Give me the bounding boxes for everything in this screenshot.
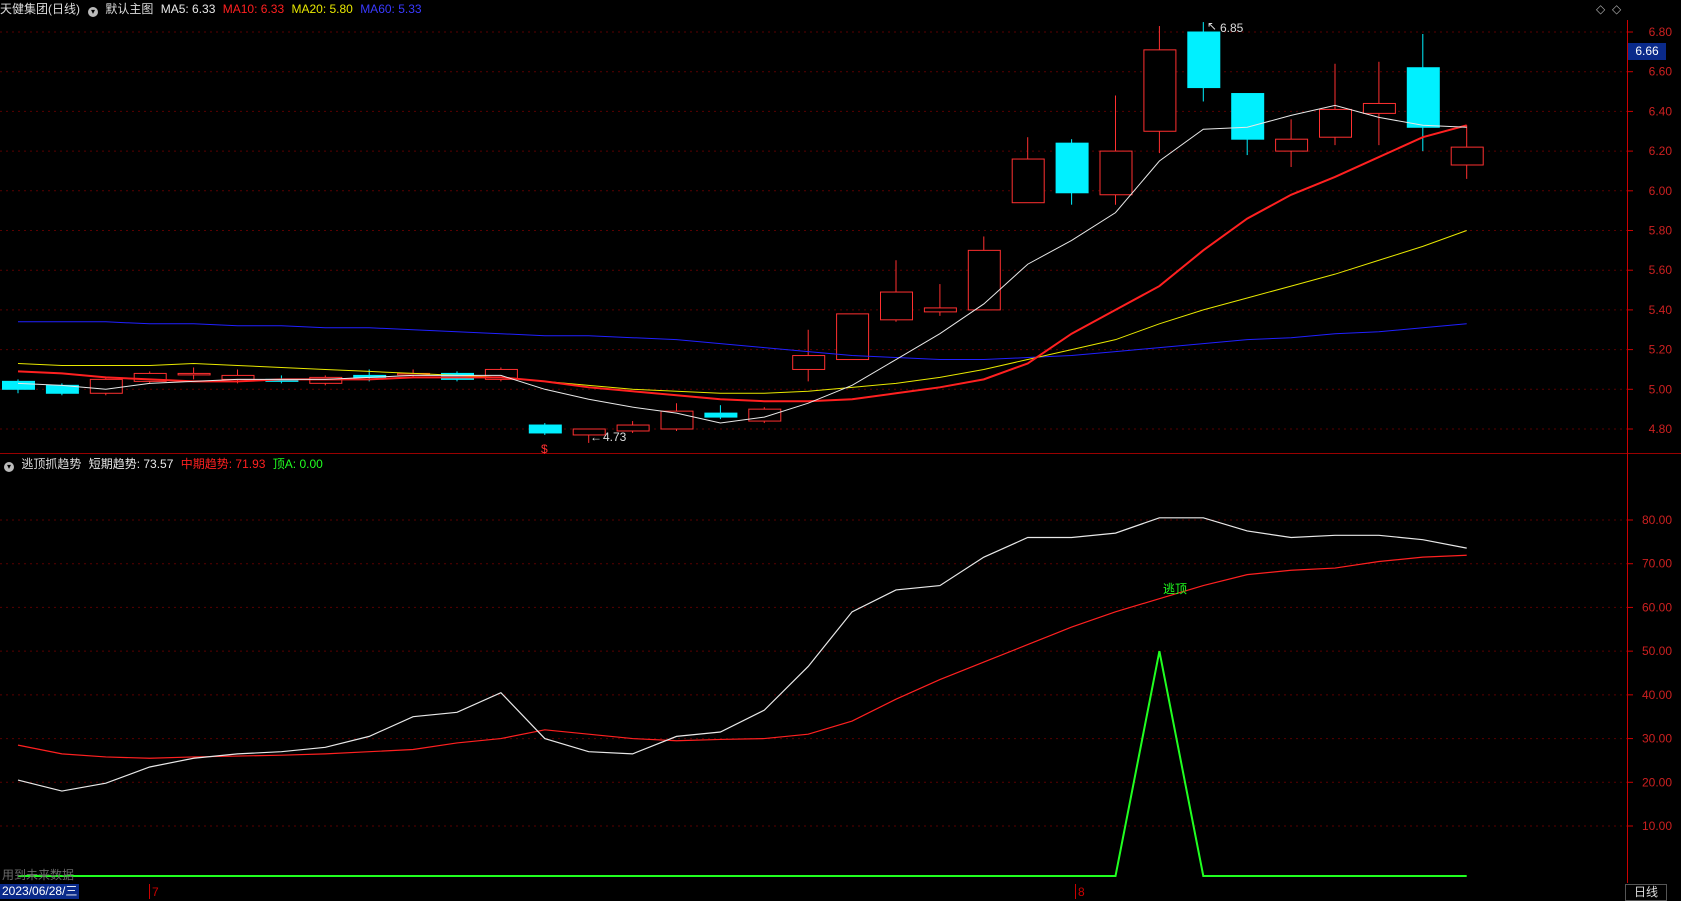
short-trend-line [17,517,1467,792]
price-axis-label: 5.40 [1649,303,1673,317]
indicator-axis-label: 80.00 [1642,513,1672,527]
candle[interactable] [1275,119,1309,167]
candle[interactable] [1011,137,1045,204]
month-mark: 7 [152,885,159,899]
indicator-grid [0,519,1627,827]
candle-body [1055,142,1089,194]
low-marker: 4.73 [603,430,627,444]
candle-body [1450,146,1484,166]
price-axis: 6.80 6.60 6.40 6.20 6.00 5.80 5.60 5.40 5.20 5.00… [1627,25,1672,436]
price-axis-label: 5.00 [1649,382,1673,396]
price-axis-label: 5.80 [1649,224,1673,238]
price-axis-label: 5.20 [1649,343,1673,357]
candle-body [1362,102,1396,114]
period-button[interactable]: 日线 [1625,884,1667,901]
low-arrow: ← [590,430,602,444]
candle[interactable] [1143,26,1177,154]
candle[interactable] [1055,139,1089,205]
indicator-axis-label: 40.00 [1642,688,1672,702]
candle-body [967,249,1001,311]
indicator-lines [17,517,1467,877]
candle[interactable] [792,329,826,382]
mid-trend-line [17,554,1467,759]
candle[interactable] [880,260,913,322]
candle[interactable] [660,403,694,431]
month-marks: 7 8 [149,884,1085,899]
ma60-line [18,321,1467,361]
ma20-line [17,230,1467,394]
candle[interactable] [923,284,957,316]
candle[interactable] [89,377,123,396]
ma10-line [17,124,1467,403]
date-cursor-label: 2023/06/28/三 [0,884,80,899]
candle-body [923,307,957,313]
candle[interactable] [836,313,870,361]
candle[interactable] [1187,22,1221,102]
current-price-tag: 6.66 [1628,43,1666,60]
price-axis-label: 4.80 [1649,422,1673,436]
signal-label: 逃顶 [1163,582,1187,596]
price-axis-label: 6.80 [1649,25,1673,39]
candle-body [1011,158,1045,204]
candle-body [748,408,782,422]
candle-body [528,424,562,434]
candle[interactable] [967,236,1001,311]
price-axis-label: 6.60 [1649,65,1673,79]
candle[interactable] [528,423,562,435]
chart-canvas[interactable]: 6.80 6.60 6.40 6.20 6.00 5.80 5.60 5.40 5.20 5.00… [0,0,1681,899]
candle-body [792,355,826,370]
candle-body [89,378,123,394]
candle[interactable] [1450,125,1484,179]
candle-body [836,313,870,361]
candle-body [2,380,35,390]
top-a-line [18,650,1467,877]
candle[interactable] [2,379,35,394]
candle-body [1099,150,1133,196]
candle-body [221,374,255,380]
candle-body [1319,108,1352,138]
candle[interactable] [748,407,782,424]
high-marker: 6.85 [1220,21,1244,35]
candle-body [1143,49,1177,132]
price-axis-label: 6.20 [1649,144,1673,158]
candle-body [1406,67,1440,128]
high-arrow: ↖ [1207,19,1217,33]
candle-body [704,412,738,418]
low-signal-mark: $ [541,442,548,456]
candle[interactable] [1319,63,1352,146]
candle[interactable] [1362,61,1396,146]
indicator-axis-label: 70.00 [1642,557,1672,571]
indicator-axis-label: 30.00 [1642,732,1672,746]
candle-body [1187,31,1221,89]
price-axis-label: 6.00 [1649,184,1673,198]
indicator-axis: 80.00 70.00 60.00 50.00 40.00 30.00 20.00 10.00 [1627,513,1672,833]
candle[interactable] [704,405,738,420]
month-mark: 8 [1078,885,1085,899]
candle[interactable] [133,371,167,384]
indicator-axis-label: 50.00 [1642,644,1672,658]
candle-body [660,410,694,430]
candle-body [1275,138,1309,152]
candle-body [880,291,913,321]
future-data-note: 用到未来数据 [2,868,75,882]
price-axis-label: 5.60 [1649,263,1673,277]
indicator-axis-label: 20.00 [1642,775,1672,789]
candle[interactable] [177,367,211,380]
indicator-axis-label: 60.00 [1642,600,1672,614]
candle-body [1231,93,1265,140]
candle-body [177,372,211,376]
price-axis-label: 6.40 [1649,104,1673,118]
indicator-axis-label: 10.00 [1642,819,1672,833]
